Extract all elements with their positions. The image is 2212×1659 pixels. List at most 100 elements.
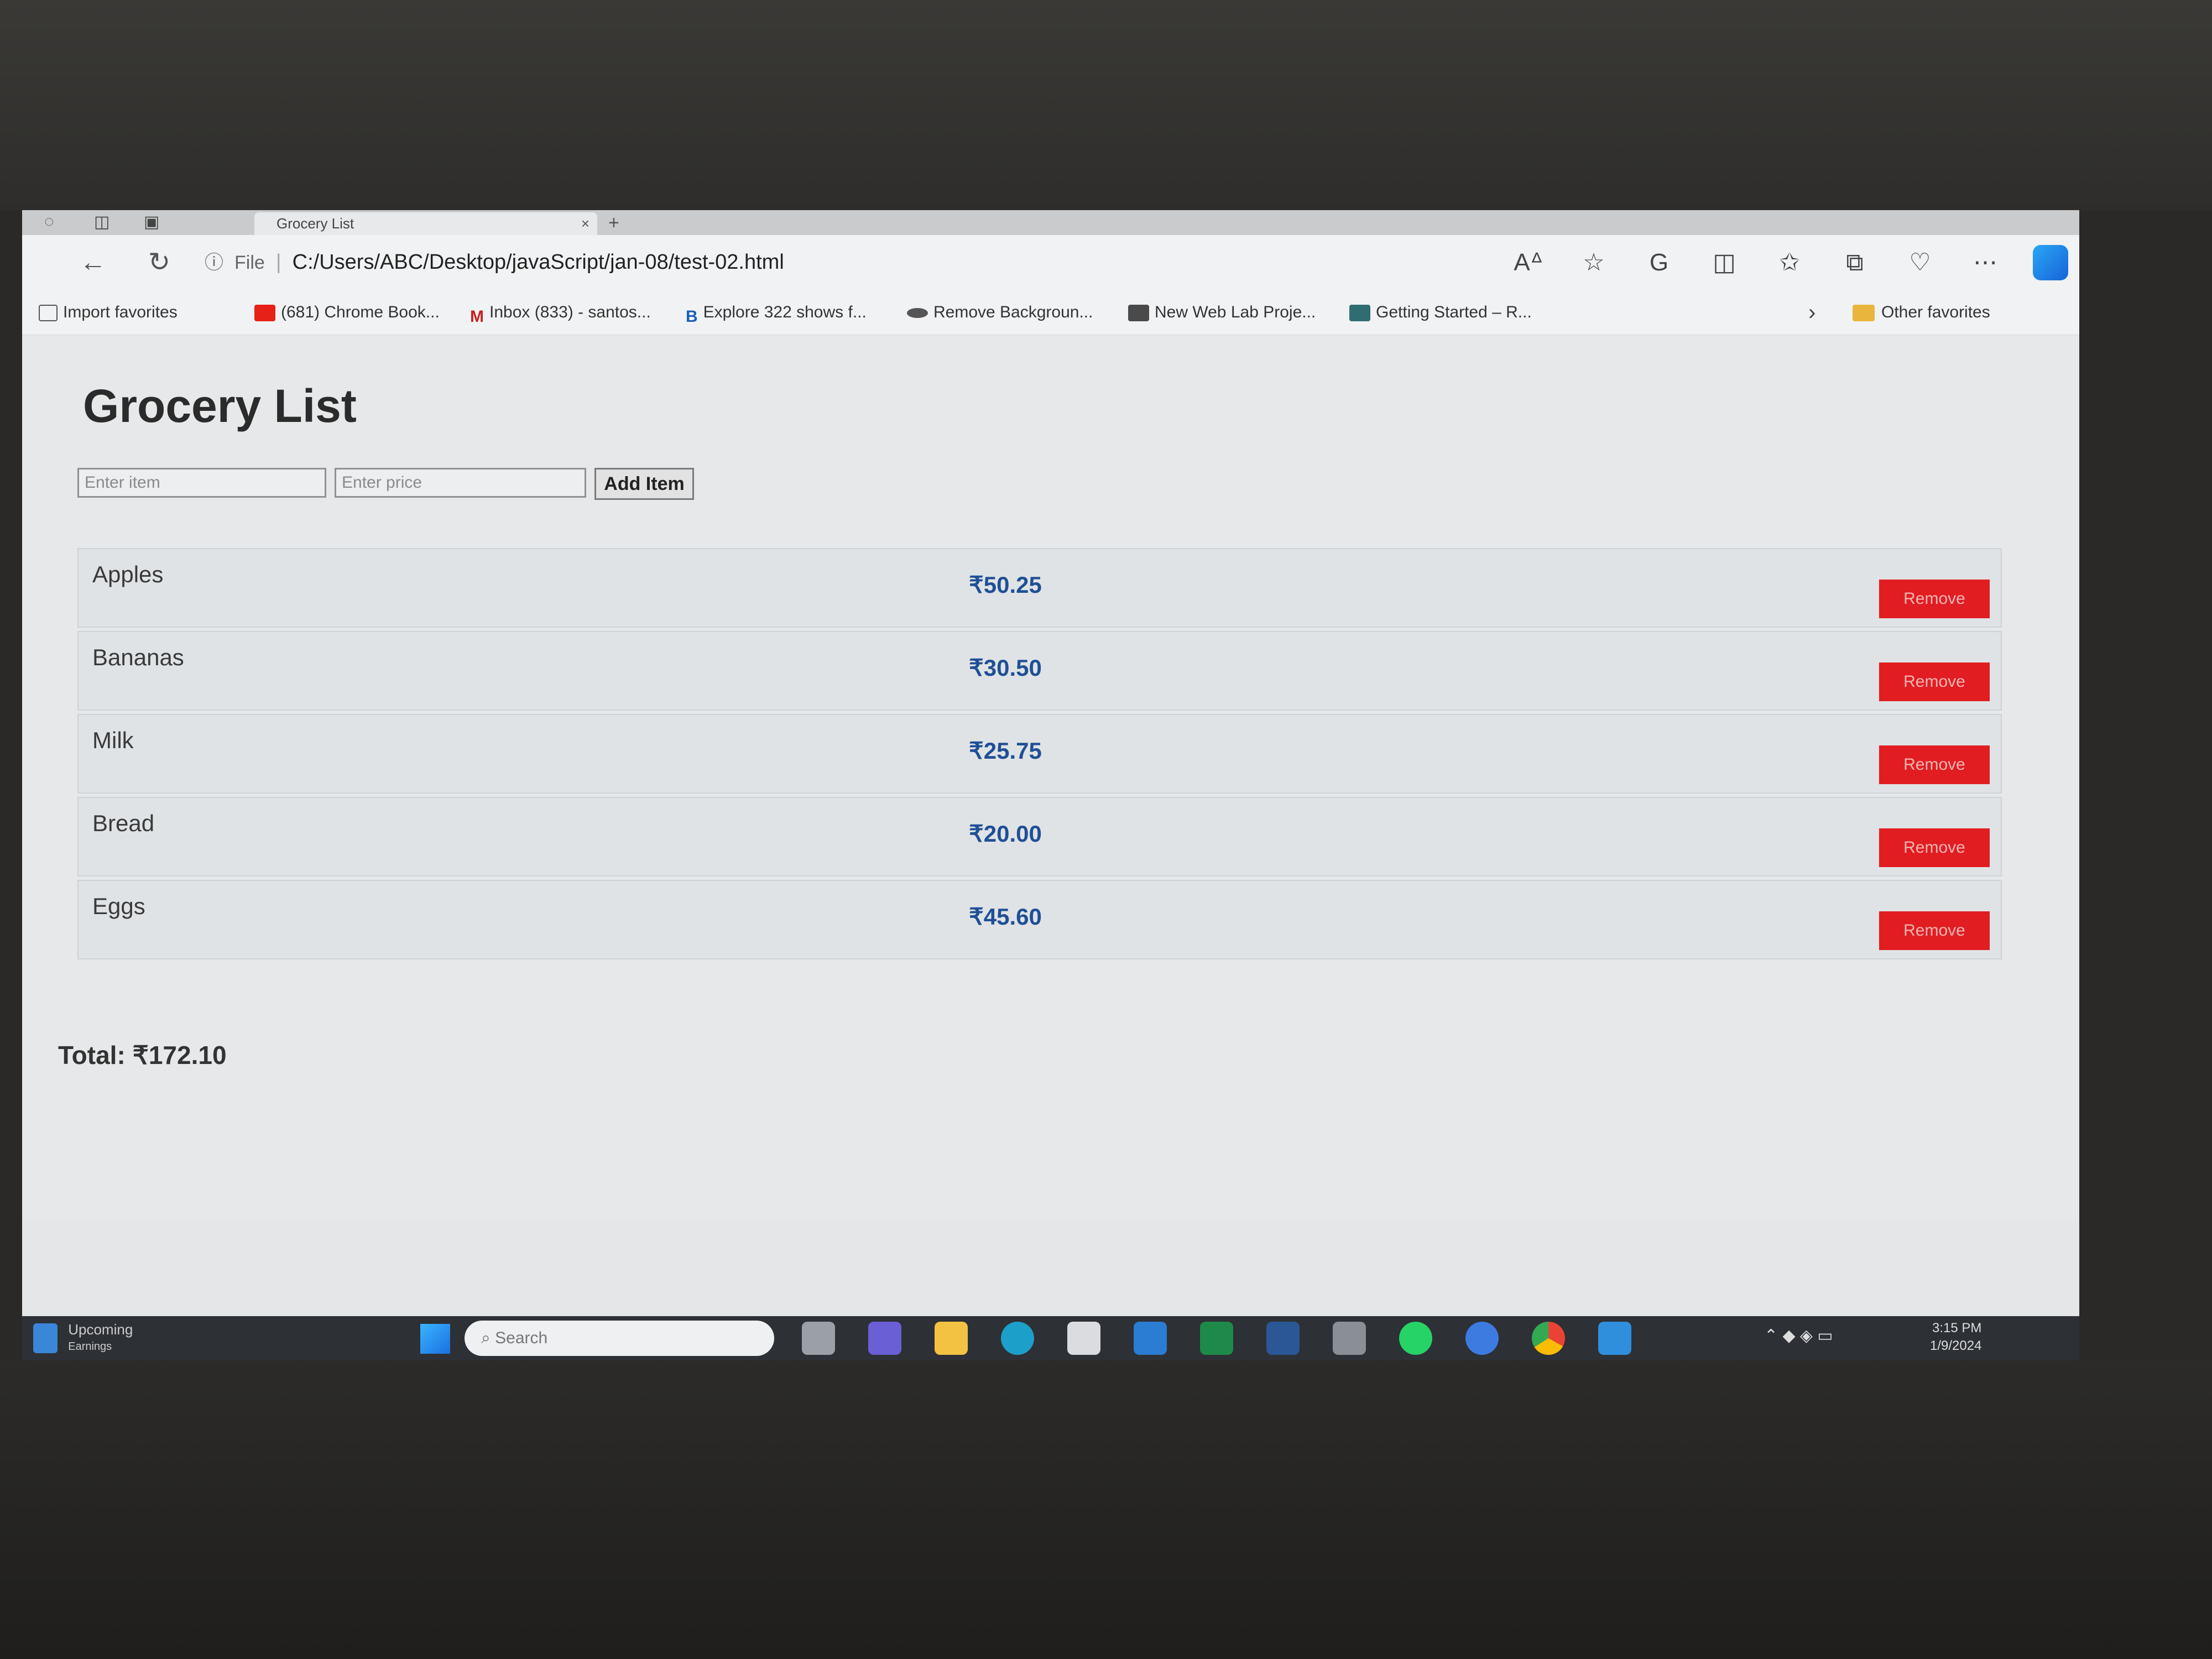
- excel-icon[interactable]: [1200, 1322, 1233, 1355]
- item-price: ₹20.00: [969, 821, 1042, 847]
- youtube-icon: [254, 305, 275, 322]
- list-item: Apples ₹50.25 Remove: [77, 548, 2002, 628]
- page-content: Grocery List Add Item Apples ₹50.25 Remo…: [22, 335, 2079, 1220]
- toolbar-icons: Aᐞ ☆ G ◫ ✩ ⧉ ♡ ⋯: [1511, 245, 2068, 280]
- item-price: ₹50.25: [969, 572, 1042, 598]
- extension-icon[interactable]: G: [1641, 245, 1677, 280]
- word-icon[interactable]: [1266, 1322, 1300, 1355]
- remove-button[interactable]: Remove: [1879, 580, 1990, 618]
- list-item: Bread ₹20.00 Remove: [77, 797, 2002, 877]
- close-tab-icon[interactable]: ×: [581, 212, 589, 235]
- address-bar[interactable]: ⓘ File | C:/Users/ABC/Desktop/javaScript/ja…: [205, 244, 1421, 280]
- read-aloud-icon[interactable]: Aᐞ: [1511, 245, 1546, 280]
- widget-label: Upcoming: [68, 1321, 133, 1338]
- other-favorites-label: Other favorites: [1881, 303, 1990, 321]
- favorite-item[interactable]: New Web Lab Proje...: [1128, 300, 1316, 325]
- item-price: ₹25.75: [969, 738, 1042, 764]
- item-name-input[interactable]: [77, 468, 326, 498]
- widget-sublabel: Earnings: [68, 1340, 112, 1353]
- copilot-icon[interactable]: [2033, 245, 2068, 280]
- favorite-label: Remove Backgroun...: [933, 303, 1093, 321]
- search-icon: ⌕: [481, 1329, 495, 1347]
- taskbar-search[interactable]: ⌕ Search: [465, 1321, 774, 1356]
- store-icon[interactable]: [1067, 1322, 1100, 1355]
- mail-icon[interactable]: [1134, 1322, 1167, 1355]
- refresh-icon[interactable]: ↻: [144, 247, 175, 278]
- task-view-icon[interactable]: [802, 1322, 835, 1355]
- favorite-item[interactable]: Remove Backgroun...: [907, 300, 1093, 325]
- other-favorites[interactable]: Other favorites: [1853, 300, 1990, 325]
- chrome-icon[interactable]: [1532, 1322, 1565, 1355]
- widgets-button[interactable]: Upcoming Earnings: [33, 1322, 188, 1355]
- favorite-label: Explore 322 shows f...: [703, 303, 867, 321]
- file-label: File: [234, 252, 265, 273]
- grocery-list: Apples ₹50.25 Remove Bananas ₹30.50 Remo…: [77, 548, 2002, 963]
- favorite-item[interactable]: (681) Chrome Book...: [254, 300, 440, 325]
- item-name: Eggs: [92, 893, 145, 919]
- clock-date: 1/9/2024: [1930, 1338, 1982, 1353]
- whatsapp-icon[interactable]: [1399, 1322, 1432, 1355]
- address-separator: |: [275, 251, 281, 274]
- favorite-item[interactable]: M Inbox (833) - santos...: [470, 300, 651, 326]
- file-explorer-icon[interactable]: [935, 1322, 968, 1355]
- more-icon[interactable]: ⋯: [1968, 245, 2003, 280]
- folder-icon: [1853, 305, 1875, 322]
- favorite-item[interactable]: Getting Started – R...: [1349, 300, 1532, 325]
- camera-icon[interactable]: [1333, 1322, 1366, 1355]
- favorites-bar: Import favorites (681) Chrome Book... MI…: [22, 290, 2079, 335]
- tray-icons[interactable]: ⌃ ◆ ◈ ▭: [1764, 1326, 1833, 1345]
- favorites-icon[interactable]: ✩: [1772, 245, 1807, 280]
- list-item: Eggs ₹45.60 Remove: [77, 880, 2002, 959]
- item-name: Milk: [92, 727, 134, 753]
- clock-time: 3:15 PM: [1932, 1321, 1982, 1335]
- item-name: Bananas: [92, 644, 184, 670]
- vscode-icon[interactable]: [1598, 1322, 1631, 1355]
- item-price: ₹30.50: [969, 655, 1042, 681]
- import-icon: [39, 305, 58, 322]
- remove-button[interactable]: Remove: [1879, 911, 1990, 950]
- browser-essentials-icon[interactable]: ♡: [1902, 245, 1938, 280]
- favorite-item[interactable]: B Explore 322 shows f...: [686, 300, 867, 326]
- app-icon[interactable]: [1465, 1322, 1499, 1355]
- tab-actions-icon[interactable]: ▣: [144, 212, 159, 232]
- item-price-input[interactable]: [335, 468, 586, 498]
- clock[interactable]: 3:15 PM 1/9/2024: [1930, 1319, 1981, 1355]
- favorite-item[interactable]: Import favorites: [39, 300, 178, 325]
- bookmark-icon: B: [686, 307, 698, 326]
- favorite-label: Import favorites: [63, 303, 178, 321]
- browser-window: ◌ ◫ ▣ Grocery List × + ← ↻ ⓘ File | C:/User…: [22, 210, 2079, 1360]
- item-price: ₹45.60: [969, 904, 1042, 930]
- lab-icon: [1128, 305, 1149, 322]
- split-screen-icon[interactable]: ◫: [1707, 245, 1742, 280]
- edge-icon[interactable]: [1001, 1322, 1034, 1355]
- workspaces-icon[interactable]: ◫: [94, 212, 109, 232]
- collections-icon[interactable]: ⧉: [1837, 245, 1872, 280]
- teams-icon[interactable]: [868, 1322, 901, 1355]
- item-name: Apples: [92, 561, 164, 587]
- item-name: Bread: [92, 810, 155, 836]
- gmail-icon: M: [470, 307, 484, 326]
- favorite-label: (681) Chrome Book...: [281, 303, 440, 321]
- new-tab-icon[interactable]: +: [608, 212, 619, 234]
- address-url: C:/Users/ABC/Desktop/javaScript/jan-08/t…: [292, 251, 784, 274]
- taskbar: Upcoming Earnings ⌕ Search ⌃ ◆ ◈ ▭ 3:15 …: [22, 1316, 2079, 1360]
- back-icon[interactable]: ←: [77, 247, 108, 278]
- list-item: Milk ₹25.75 Remove: [77, 714, 2002, 794]
- search-placeholder: Search: [495, 1329, 548, 1347]
- page-title: Grocery List: [83, 380, 357, 432]
- profile-icon[interactable]: ◌: [44, 212, 54, 231]
- chevron-right-icon[interactable]: ›: [1808, 300, 1815, 325]
- tab-title: Grocery List: [276, 215, 354, 232]
- remove-button[interactable]: Remove: [1879, 745, 1990, 784]
- total-price: Total: ₹172.10: [58, 1041, 227, 1070]
- favorite-star-icon[interactable]: ☆: [1576, 245, 1611, 280]
- remove-bg-icon: [907, 308, 928, 319]
- remove-button[interactable]: Remove: [1879, 662, 1990, 701]
- floor-background: [0, 1360, 2212, 1659]
- tab-strip: ◌ ◫ ▣ Grocery List × +: [22, 210, 2079, 235]
- add-item-button[interactable]: Add Item: [594, 468, 694, 500]
- start-icon[interactable]: [420, 1324, 450, 1354]
- remove-button[interactable]: Remove: [1879, 828, 1990, 867]
- info-icon[interactable]: ⓘ: [205, 252, 223, 273]
- tab-grocery-list[interactable]: Grocery List ×: [254, 212, 597, 235]
